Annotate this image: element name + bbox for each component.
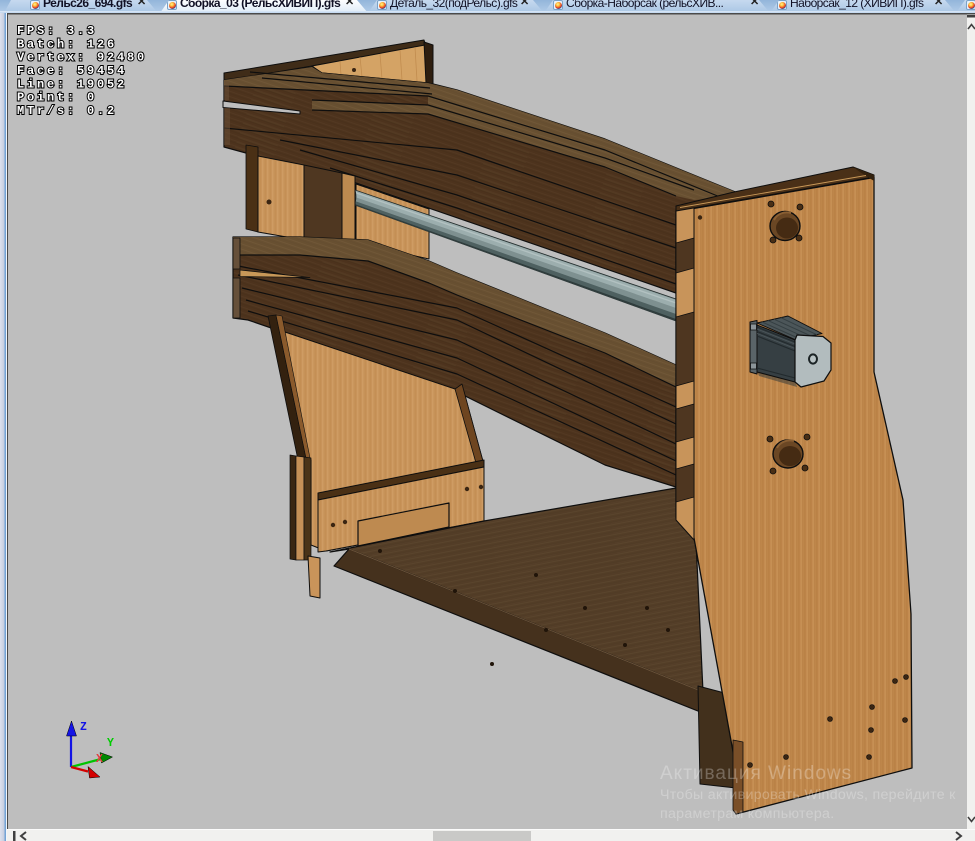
svg-text:параметрам компьютера.: параметрам компьютера. [660,806,834,822]
svg-text:Batch: 126: Batch: 126 [17,37,117,51]
svg-text:Активация Windows: Активация Windows [660,763,852,784]
svg-text:Line: 19052: Line: 19052 [17,77,127,91]
svg-text:X: X [96,753,103,766]
svg-text:FPS: 3.3: FPS: 3.3 [17,24,97,38]
svg-text:Чтобы активировать Windows, пе: Чтобы активировать Windows, перейдите к [660,787,956,803]
svg-text:MTr/s: 0.2: MTr/s: 0.2 [17,104,117,118]
svg-text:Z: Z [80,721,87,734]
svg-text:Face: 59454: Face: 59454 [17,64,127,78]
svg-text:Point: 0: Point: 0 [17,91,97,105]
svg-text:Y: Y [107,737,114,750]
svg-text:Vertex: 92480: Vertex: 92480 [17,51,147,65]
